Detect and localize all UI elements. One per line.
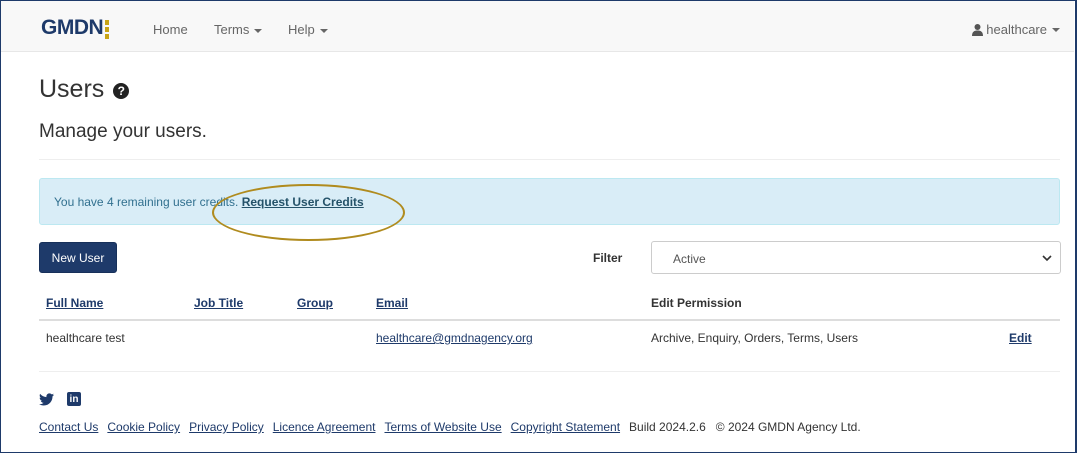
logo-text: GMDN xyxy=(41,16,104,39)
nav-help-label: Help xyxy=(288,22,315,37)
logo-mark-icon xyxy=(105,19,110,39)
caret-down-icon xyxy=(254,28,263,33)
nav-terms-label: Terms xyxy=(214,22,250,37)
top-navbar: GMDN Home Terms Help healthcare xyxy=(1,1,1074,52)
edit-user-link[interactable]: Edit xyxy=(1009,331,1032,345)
nav-home[interactable]: Home xyxy=(153,22,188,38)
column-header-full-name[interactable]: Full Name xyxy=(46,296,103,310)
request-user-credits-link[interactable]: Request User Credits xyxy=(242,195,364,209)
footer-links: Contact Us Cookie Policy Privacy Policy … xyxy=(39,420,871,434)
alert-message: You have 4 remaining user credits. Reque… xyxy=(54,195,364,209)
filter-select[interactable]: Active xyxy=(651,241,1061,274)
footer-link-contact-us[interactable]: Contact Us xyxy=(39,420,98,434)
column-header-email[interactable]: Email xyxy=(376,296,408,310)
page-subtitle: Manage your users. xyxy=(39,121,207,142)
table-header-divider xyxy=(39,319,1060,321)
sort-job-title-link[interactable]: Job Title xyxy=(194,296,243,310)
nav-home-label: Home xyxy=(153,22,188,37)
linkedin-icon[interactable]: in xyxy=(67,392,81,406)
credits-alert: You have 4 remaining user credits. Reque… xyxy=(39,178,1060,241)
footer-link-copyright-statement[interactable]: Copyright Statement xyxy=(511,420,620,434)
footer-link-privacy-policy[interactable]: Privacy Policy xyxy=(189,420,264,434)
user-icon xyxy=(972,24,984,36)
footer-link-terms-of-website-use[interactable]: Terms of Website Use xyxy=(384,420,501,434)
sort-group-link[interactable]: Group xyxy=(297,296,333,310)
sort-email-link[interactable]: Email xyxy=(376,296,408,310)
user-menu-label: healthcare xyxy=(986,22,1047,37)
email-link[interactable]: healthcare@gmdnagency.org xyxy=(376,331,533,345)
caret-down-icon xyxy=(319,28,328,33)
gmdn-logo[interactable]: GMDN xyxy=(41,16,110,40)
build-version: Build 2024.2.6 xyxy=(629,420,706,434)
filter-selected-value: Active xyxy=(673,252,706,266)
footer-link-cookie-policy[interactable]: Cookie Policy xyxy=(107,420,180,434)
footer-link-licence-agreement[interactable]: Licence Agreement xyxy=(273,420,376,434)
cell-full-name: healthcare test xyxy=(46,331,125,345)
copyright-text: © 2024 GMDN Agency Ltd. xyxy=(715,420,861,434)
page-title-text: Users xyxy=(39,75,105,103)
help-icon[interactable]: ? xyxy=(113,83,130,99)
caret-down-icon xyxy=(1052,28,1060,32)
cell-email: healthcare@gmdnagency.org xyxy=(376,331,533,345)
divider xyxy=(39,159,1060,160)
nav-help-dropdown[interactable]: Help xyxy=(288,22,328,38)
new-user-button[interactable]: New User xyxy=(39,242,117,273)
divider xyxy=(39,371,1060,372)
column-header-edit-permission: Edit Permission xyxy=(651,296,742,310)
cell-permission: Archive, Enquiry, Orders, Terms, Users xyxy=(651,331,858,345)
nav-terms-dropdown[interactable]: Terms xyxy=(214,22,263,38)
window-frame xyxy=(0,0,1077,453)
cell-action: Edit xyxy=(1009,331,1032,345)
filter-label: Filter xyxy=(593,251,623,265)
social-links: in xyxy=(39,392,81,406)
sort-full-name-link[interactable]: Full Name xyxy=(46,296,103,310)
column-header-group[interactable]: Group xyxy=(297,296,333,310)
twitter-icon[interactable] xyxy=(39,392,54,406)
user-menu-dropdown[interactable]: healthcare xyxy=(972,22,1060,38)
chevron-down-icon xyxy=(1042,255,1052,262)
page-title: Users ? xyxy=(39,74,130,104)
column-header-job-title[interactable]: Job Title xyxy=(194,296,243,310)
alert-text: You have 4 remaining user credits. xyxy=(54,195,239,209)
